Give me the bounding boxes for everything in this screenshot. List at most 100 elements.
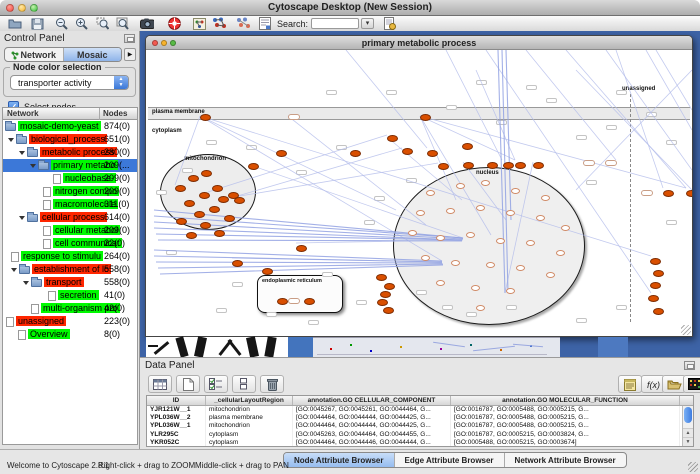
app-resize-grip[interactable] — [688, 462, 698, 472]
scroll-down-button[interactable]: ▼ — [683, 437, 693, 446]
graph-node-small[interactable] — [288, 114, 300, 120]
nucleus-node[interactable] — [446, 208, 455, 214]
graph-node[interactable] — [277, 298, 288, 305]
graph-node[interactable] — [176, 218, 187, 225]
nucleus-node[interactable] — [471, 285, 480, 291]
help-lifering-icon[interactable] — [167, 17, 181, 30]
nucleus-node[interactable] — [416, 210, 425, 216]
table-row[interactable]: YKR052Ccytoplasm[GO:0044464, GO:0044446,… — [147, 439, 693, 447]
graph-node[interactable] — [686, 190, 692, 197]
tree-row[interactable]: nitrogen compo209(0) — [3, 185, 137, 198]
tree-item-label[interactable]: response to stimulu — [21, 251, 103, 261]
tree-row[interactable]: macromolecule311(0) — [3, 198, 137, 211]
graph-node[interactable] — [218, 196, 229, 203]
graph-node-small[interactable] — [583, 160, 595, 166]
matrix-view-icon[interactable] — [683, 375, 700, 393]
nucleus-node[interactable] — [436, 235, 445, 241]
graph-node[interactable] — [175, 185, 186, 192]
graph-node[interactable] — [376, 274, 387, 281]
nucleus-node[interactable] — [526, 240, 535, 246]
graph-node-small[interactable] — [605, 160, 617, 166]
attribute-checklist-icon[interactable] — [204, 375, 228, 393]
column-header[interactable]: annotation.GO CELLULAR_COMPONENT — [293, 396, 451, 405]
nucleus-node[interactable] — [536, 215, 545, 221]
nucleus-node[interactable] — [556, 250, 565, 256]
nucleus-node[interactable] — [421, 255, 430, 261]
nucleus-node[interactable] — [506, 210, 515, 216]
expand-arrow-icon[interactable] — [23, 281, 29, 285]
graph-node[interactable] — [304, 298, 315, 305]
scrollbar-thumb[interactable] — [684, 407, 692, 423]
tree-row[interactable]: biological_process651(0) — [3, 133, 137, 146]
expand-arrow-icon[interactable] — [19, 216, 25, 220]
zoom-in-icon[interactable] — [74, 17, 88, 30]
tree-item-label[interactable]: unassigned — [16, 316, 66, 326]
tab-edge-attribute-browser[interactable]: Edge Attribute Browser — [395, 453, 505, 467]
graph-node[interactable] — [650, 282, 661, 289]
graph-node[interactable] — [533, 162, 544, 169]
network-canvas[interactable]: plasma membrane cytoplasm mitochondrion … — [146, 50, 692, 336]
nucleus-node[interactable] — [481, 180, 490, 186]
expand-arrow-icon[interactable] — [30, 164, 36, 168]
graph-node[interactable] — [427, 150, 438, 157]
nucleus-node[interactable] — [541, 195, 550, 201]
graph-node[interactable] — [262, 268, 273, 275]
delete-attribute-icon[interactable] — [260, 375, 284, 393]
graph-node[interactable] — [515, 162, 526, 169]
tree-row[interactable]: mosaic-demo-yeast874(0) — [3, 120, 137, 133]
tab-node-attribute-browser[interactable]: Node Attribute Browser — [284, 453, 395, 467]
expand-arrow-icon[interactable] — [8, 138, 14, 142]
nucleus-node[interactable] — [456, 183, 465, 189]
tree-row[interactable]: metabolic process280(0) — [3, 146, 137, 159]
graph-node[interactable] — [200, 222, 211, 229]
nucleus-node[interactable] — [516, 265, 525, 271]
graph-node[interactable] — [650, 258, 661, 265]
tree-item-label[interactable]: establishment of lo — [32, 264, 111, 274]
graph-node[interactable] — [503, 162, 514, 169]
tree-item-label[interactable]: transport — [44, 277, 84, 287]
float-panel-icon[interactable] — [684, 361, 695, 370]
graph-node[interactable] — [384, 283, 395, 290]
graph-node[interactable] — [377, 299, 388, 306]
nucleus-node[interactable] — [451, 260, 460, 266]
dropdown-arrows-icon[interactable]: ▲▼ — [114, 76, 128, 89]
graph-node[interactable] — [201, 170, 212, 177]
tab-network-attribute-browser[interactable]: Network Attribute Browser — [505, 453, 626, 467]
graph-node[interactable] — [224, 215, 235, 222]
unselect-attributes-icon[interactable] — [232, 375, 256, 393]
graph-node[interactable] — [209, 206, 220, 213]
tree-row[interactable]: cellular metabol209(0) — [3, 224, 137, 237]
column-header[interactable]: _cellularLayoutRegion — [206, 396, 293, 405]
nucleus-node[interactable] — [496, 238, 505, 244]
graph-node[interactable] — [184, 200, 195, 207]
tree-row[interactable]: nucleobase-209(0) — [3, 172, 137, 185]
zoom-out-icon[interactable] — [54, 17, 68, 30]
table-scrollbar[interactable]: ▲ ▼ — [682, 406, 693, 446]
tree-row[interactable]: primary metabo209(... — [3, 159, 137, 172]
float-panel-icon[interactable] — [124, 34, 135, 43]
nucleus-node[interactable] — [561, 225, 570, 231]
table-row[interactable]: YLR295Ccytoplasm[GO:0045263, GO:0044464,… — [147, 431, 693, 439]
expand-arrow-icon[interactable] — [11, 268, 17, 272]
tab-network[interactable]: Network — [5, 48, 64, 61]
graph-node[interactable] — [663, 190, 674, 197]
graph-node[interactable] — [438, 163, 449, 170]
zoom-selected-icon[interactable] — [95, 17, 109, 30]
nucleus-node[interactable] — [408, 230, 417, 236]
scroll-up-button[interactable]: ▲ — [683, 428, 693, 437]
zoom-fit-icon[interactable] — [115, 17, 129, 30]
tree-item-label[interactable]: mosaic-demo-yeast — [18, 121, 101, 131]
import-network-icon[interactable] — [382, 17, 396, 30]
graph-node[interactable] — [380, 291, 391, 298]
graph-node[interactable] — [653, 270, 664, 277]
tree-row[interactable]: cell communicat22(0) — [3, 237, 137, 250]
tree-row[interactable]: establishment of lo558(0) — [3, 263, 137, 276]
tree-row[interactable]: multi-organism pro42(0) — [3, 302, 137, 315]
annotation-form-icon[interactable] — [258, 17, 272, 30]
graph-node[interactable] — [350, 150, 361, 157]
table-row[interactable]: YJR121W__1mitochondrion[GO:0045267, GO:0… — [147, 406, 693, 414]
window-resize-grip[interactable] — [681, 325, 691, 335]
table-row[interactable]: YPL036W__1mitochondrion[GO:0044464, GO:0… — [147, 422, 693, 430]
search-dropdown-arrow[interactable]: ▾ — [361, 18, 374, 29]
create-attribute-icon[interactable] — [176, 375, 200, 393]
